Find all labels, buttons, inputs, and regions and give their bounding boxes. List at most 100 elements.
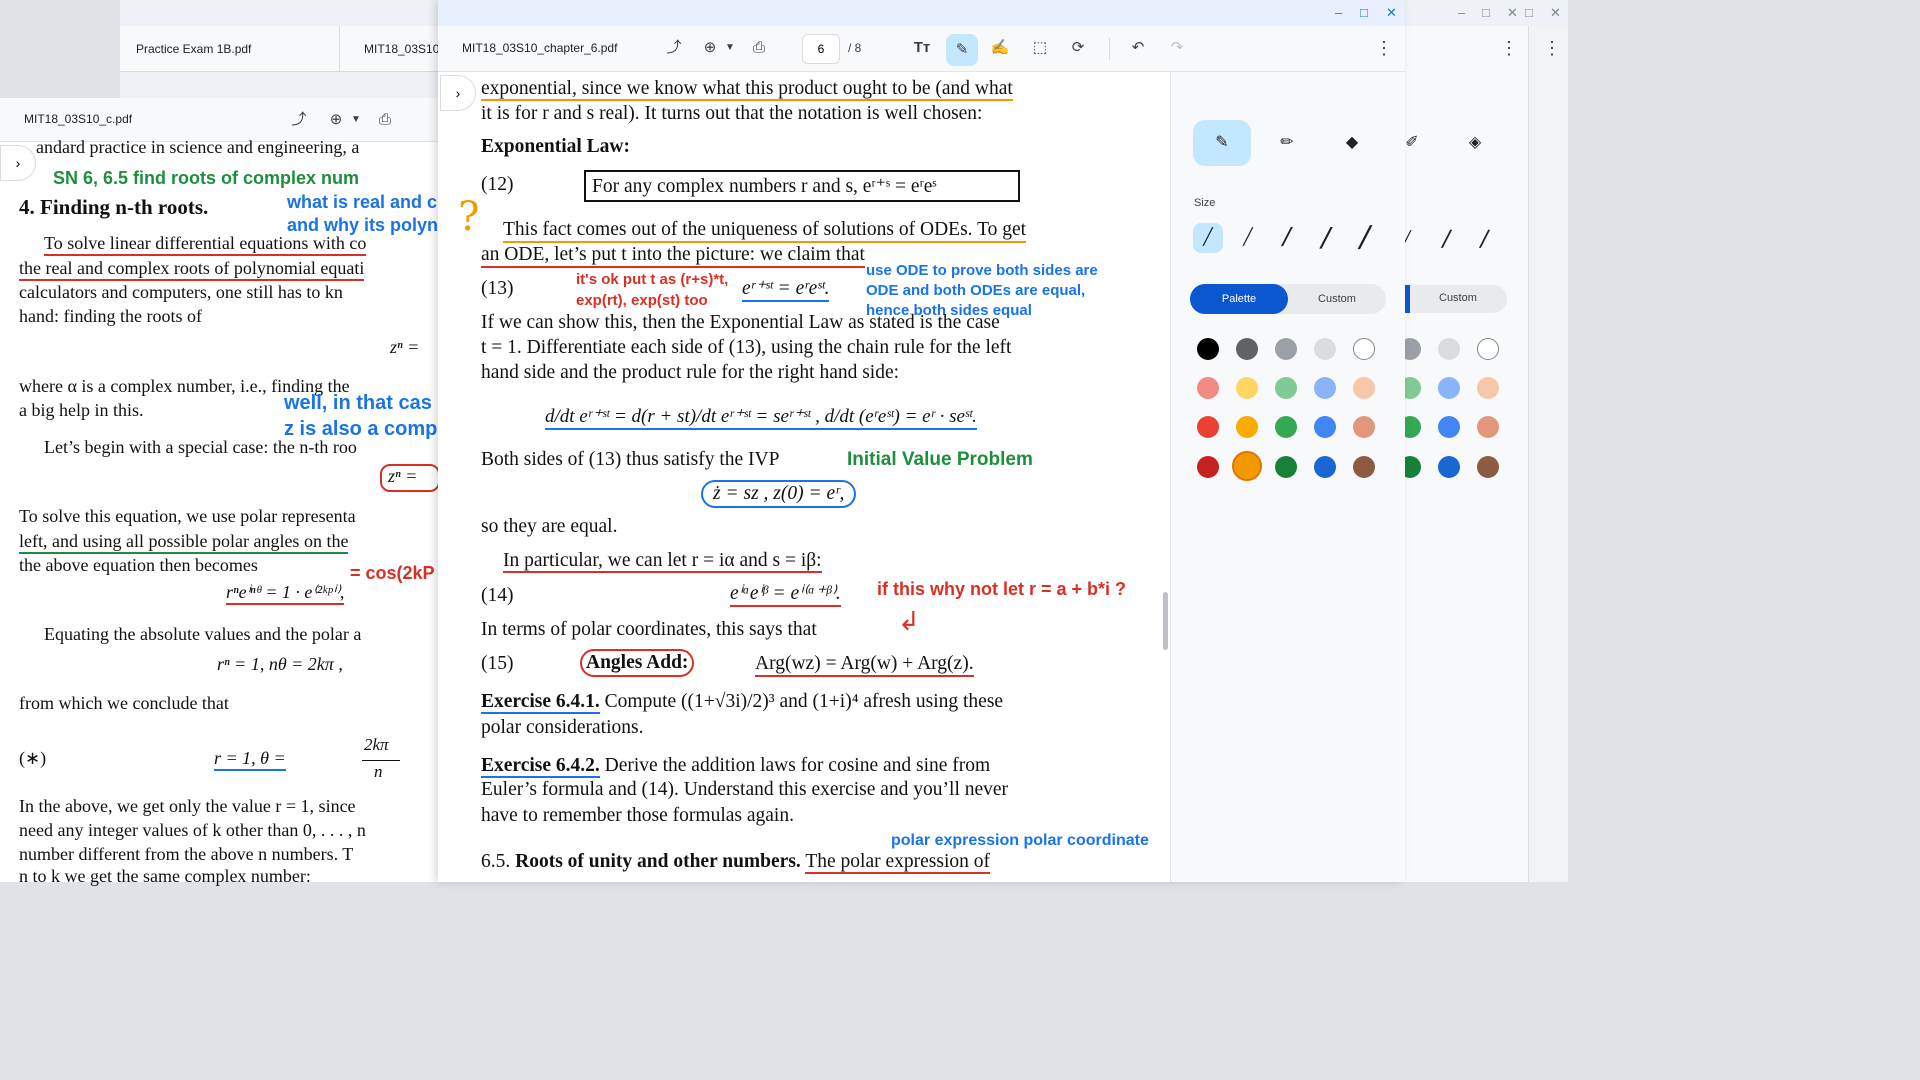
left-eq: zⁿ = [380,464,440,492]
expand-sidebar-button[interactable]: › [440,75,476,111]
color-swatch-yellow[interactable] [1236,416,1258,438]
tab-practice-exam[interactable]: Practice Exam 1B.pdf [120,26,340,72]
color-swatch-white[interactable] [1353,338,1375,360]
main-titlebar: – □ ✕ [438,0,1405,26]
color-swatch-dark-blue[interactable] [1314,456,1336,478]
redo-icon[interactable]: ↷ [1163,34,1191,62]
back-more-icon[interactable]: ⋮ [1500,38,1518,59]
back-swatch[interactable] [1438,416,1460,438]
more-icon[interactable]: ⋮ [1370,34,1398,62]
question-mark-annotation: ? [458,194,480,240]
print-icon[interactable]: ⎙ [745,34,773,62]
back2-maximize-button[interactable]: □ [1525,5,1533,20]
color-swatch-green[interactable] [1275,416,1297,438]
signature-icon[interactable]: ✍ [986,34,1014,62]
color-swatch-red[interactable] [1197,416,1219,438]
eq-derivative: d/dt eʳ⁺ˢᵗ = d(r + st)/dt eʳ⁺ˢᵗ = seʳ⁺ˢᵗ… [545,405,977,430]
back-swatch[interactable] [1438,456,1460,478]
share-icon[interactable]: ⤴ [660,34,688,62]
annotation-note: ODE and both ODEs are equal, [866,282,1086,299]
marker-tool-button[interactable]: ✐ [1383,120,1441,166]
toolbar-divider [1109,38,1110,60]
color-swatch-blue[interactable] [1314,416,1336,438]
eq-number: (13) [481,278,514,299]
eq-number: (15) [481,653,514,674]
undo-icon[interactable]: ↶ [1124,34,1152,62]
left-eq: rⁿeⁱⁿᶿ = 1 · e⁽²ᵏᵖⁱ⁾, [226,582,345,605]
chevron-down-icon[interactable]: ▼ [716,34,744,62]
back-swatch[interactable] [1438,338,1460,360]
left-line: In the above, we get only the value r = … [19,796,356,816]
eq-boxed: For any complex numbers r and s, eʳ⁺ˢ = … [584,170,1020,202]
doc-line: Euler’s formula and (14). Understand thi… [481,779,1009,800]
color-swatch-light-blue[interactable] [1314,377,1336,399]
chevron-down-icon[interactable]: ▼ [342,106,370,134]
annotation-note: if this why not let r = a + b*i ? [877,579,1127,599]
document-scrollbar[interactable] [1163,592,1168,650]
color-swatch-light-red[interactable] [1197,377,1219,399]
back-swatch[interactable] [1477,456,1499,478]
left-eq: rⁿ = 1, nθ = 2kπ , [217,654,343,674]
palette-tab[interactable]: Palette [1190,284,1288,314]
share-icon[interactable]: ⤴ [285,106,313,134]
size-option-5[interactable]: ╱ [1350,223,1380,253]
color-swatch-light-gray[interactable] [1314,338,1336,360]
text-icon[interactable]: Tт [908,34,936,62]
maximize-button[interactable]: □ [1360,5,1368,20]
color-swatch-gray[interactable] [1275,338,1297,360]
left-eq: r = 1, θ = [214,748,286,771]
back-minimize-button[interactable]: – [1458,5,1465,20]
left-note: SN 6, 6.5 find roots of complex num [53,168,360,188]
doc-line: This fact comes out of the uniqueness of… [503,219,1027,243]
eq-ivp: ż = sz , z(0) = eʳ, [701,480,857,508]
annotation-note: use ODE to prove both sides are [866,262,1098,279]
color-swatch-black[interactable] [1197,338,1219,360]
back-swatch[interactable] [1477,377,1499,399]
doc-line: t = 1. Differentiate each side of (13), … [481,337,1012,358]
doc-line: Both sides of (13) thus satisfy the IVP [481,449,780,470]
size-label: Size [1194,197,1216,209]
page-number-input[interactable]: 6 [802,34,840,64]
back2-close-button[interactable]: ✕ [1550,5,1561,21]
left-heading: 4. Finding n-th roots. [19,195,209,219]
draw-icon[interactable]: ✎ [946,34,978,66]
size-option-1[interactable]: ╱ [1193,223,1223,253]
color-swatch-tan[interactable] [1353,416,1375,438]
custom-tab[interactable]: Custom [1288,284,1386,314]
back-swatch[interactable] [1477,338,1499,360]
color-swatch-light-green[interactable] [1275,377,1297,399]
back-maximize-button[interactable]: □ [1482,5,1490,20]
back-swatch[interactable] [1438,377,1460,399]
back-custom-tab[interactable]: Custom [1405,285,1507,313]
annotation-note: polar expression polar coordinate [891,832,1149,849]
doc-line: In terms of polar coordinates, this says… [481,619,817,640]
close-button[interactable]: ✕ [1386,5,1397,21]
back-swatch[interactable] [1477,416,1499,438]
select-icon[interactable]: ⬚ [1026,34,1054,62]
ocr-icon[interactable]: ⟳ [1064,34,1092,62]
size-option-2[interactable]: ╱ [1233,223,1263,253]
color-swatch-orange-selected[interactable] [1232,451,1262,481]
color-swatch-brown[interactable] [1353,456,1375,478]
left-toolbar: MIT18_03S10_c.pdf ⤴ ⊕ ▼ ⎙ [0,98,440,142]
left-expand-sidebar-button[interactable]: › [0,145,36,181]
back-close-button[interactable]: ✕ [1507,5,1518,21]
color-swatch-dark-red[interactable] [1197,456,1219,478]
highlighter-tool-button[interactable]: ◆ [1323,120,1381,166]
minimize-button[interactable]: – [1335,5,1342,20]
color-swatch-dark-gray[interactable] [1236,338,1258,360]
pencil-tool-button[interactable]: ✏ [1258,120,1316,166]
color-swatch-dark-green[interactable] [1275,456,1297,478]
doc-line: it is for r and s real). It turns out th… [481,103,983,124]
pen-tool-button[interactable]: ✎ [1193,120,1251,166]
print-icon[interactable]: ⎙ [371,106,399,134]
back2-more-icon[interactable]: ⋮ [1543,38,1561,59]
left-line: left, and using all possible polar angle… [19,531,349,554]
size-option-3[interactable]: ╱ [1272,223,1302,253]
size-option-4[interactable]: ╱ [1311,223,1341,253]
eraser-tool-button[interactable]: ◈ [1446,120,1504,166]
left-frac-den: n [374,762,383,781]
doc-line: exponential, since we know what this pro… [481,78,1013,101]
color-swatch-light-yellow[interactable] [1236,377,1258,399]
color-swatch-light-tan[interactable] [1353,377,1375,399]
